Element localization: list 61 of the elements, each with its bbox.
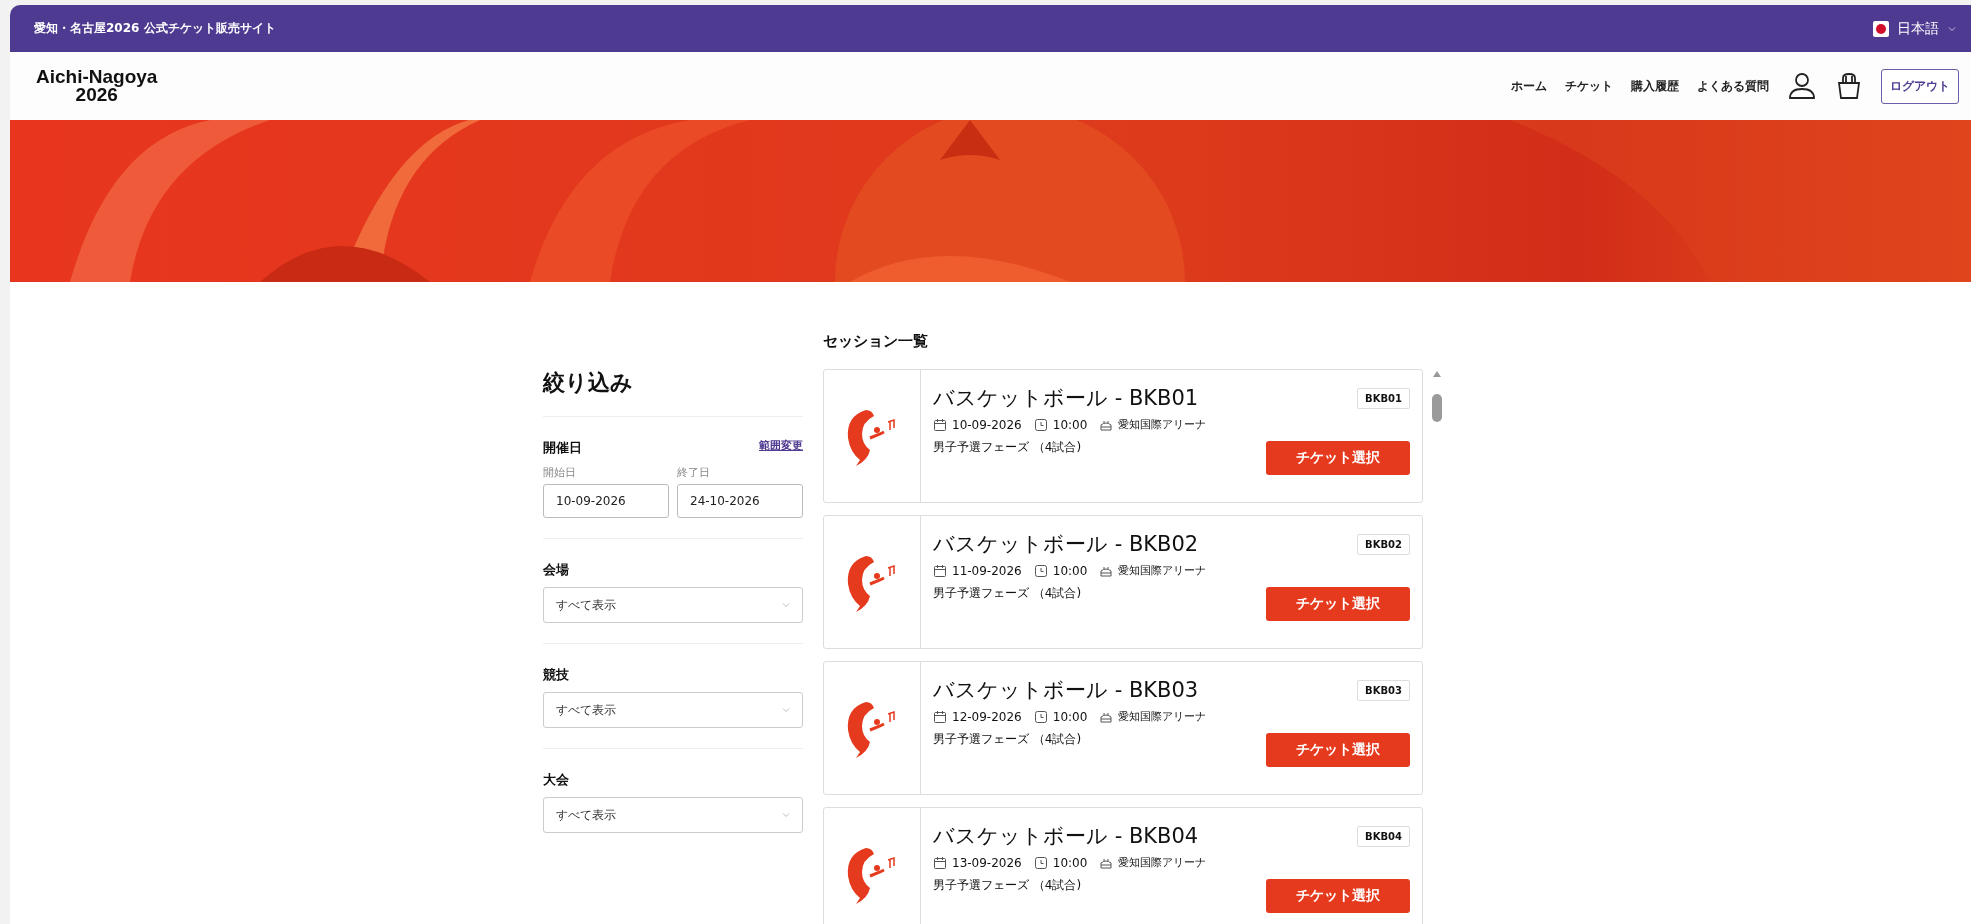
nav-link[interactable]: チケット — [1565, 77, 1613, 95]
session-code: BKB04 — [1357, 825, 1410, 847]
calendar-icon — [933, 855, 947, 870]
session-time: 10:00 — [1052, 709, 1088, 724]
session-name: バスケットボール - BKB01 — [933, 385, 1199, 412]
session-time: 10:00 — [1052, 417, 1088, 432]
session-time: 10:00 — [1052, 855, 1088, 870]
session-venue: 愛知国際アリーナ — [1118, 563, 1207, 578]
user-icon[interactable] — [1787, 71, 1817, 101]
session-name: バスケットボール - BKB04 — [933, 823, 1199, 850]
date-label: 開催日 — [543, 439, 582, 457]
flag-icon — [1873, 20, 1889, 37]
start-date-field[interactable]: 10-09-2026 — [543, 484, 669, 518]
dropdown[interactable]: すべて表示 — [543, 797, 803, 833]
session-date: 12-09-2026 — [952, 709, 1022, 724]
select-ticket-button[interactable]: チケット選択 — [1266, 441, 1410, 475]
session-venue: 愛知国際アリーナ — [1118, 417, 1207, 432]
clock-icon — [1033, 855, 1048, 870]
session-venue: 愛知国際アリーナ — [1118, 709, 1207, 724]
select-ticket-button[interactable]: チケット選択 — [1266, 587, 1410, 621]
session-name: バスケットボール - BKB02 — [933, 531, 1199, 558]
site-title: 愛知・名古屋2026 公式チケット販売サイト — [34, 20, 276, 37]
language-selector[interactable]: 日本語 — [1873, 19, 1957, 38]
filter-title: 絞り込み — [543, 369, 634, 397]
session-date: 10-09-2026 — [952, 417, 1022, 432]
session-date: 11-09-2026 — [952, 563, 1022, 578]
clock-icon — [1033, 563, 1048, 578]
session-venue: 愛知国際アリーナ — [1118, 855, 1207, 870]
end-date-label: 終了日 — [677, 465, 711, 480]
session-description: 男子予選フェーズ （4試合) — [933, 731, 1082, 748]
calendar-icon — [933, 417, 947, 432]
filter-label: 大会 — [543, 771, 570, 789]
clock-icon — [1033, 709, 1048, 724]
session-code: BKB03 — [1357, 679, 1410, 701]
shopping-bag-icon[interactable] — [1835, 71, 1863, 101]
nav-link[interactable]: 購入履歴 — [1631, 77, 1679, 95]
select-ticket-button[interactable]: チケット選択 — [1266, 879, 1410, 913]
session-description: 男子予選フェーズ （4試合) — [933, 877, 1082, 894]
sessions-title: セッション一覧 — [823, 332, 929, 351]
end-date-field[interactable]: 24-10-2026 — [677, 484, 803, 518]
clock-icon — [1033, 417, 1048, 432]
session-description: 男子予選フェーズ （4試合) — [933, 585, 1082, 602]
range-change-link[interactable]: 範囲変更 — [759, 437, 803, 453]
nav-link[interactable]: ホーム — [1511, 77, 1547, 95]
dropdown[interactable]: すべて表示 — [543, 587, 803, 623]
start-date-label: 開始日 — [543, 465, 577, 480]
dropdown[interactable]: すべて表示 — [543, 692, 803, 728]
nav-link[interactable]: よくある質問 — [1697, 77, 1769, 95]
logo[interactable]: Aichi-Nagoya 2026 — [36, 68, 158, 104]
session-code: BKB02 — [1357, 533, 1410, 555]
filter-label: 会場 — [543, 561, 570, 579]
session-date: 13-09-2026 — [952, 855, 1022, 870]
session-code: BKB01 — [1357, 387, 1410, 409]
session-name: バスケットボール - BKB03 — [933, 677, 1199, 704]
filter-label: 競技 — [543, 666, 570, 684]
session-time: 10:00 — [1052, 563, 1088, 578]
select-ticket-button[interactable]: チケット選択 — [1266, 733, 1410, 767]
calendar-icon — [933, 709, 947, 724]
calendar-icon — [933, 563, 947, 578]
session-description: 男子予選フェーズ （4試合) — [933, 439, 1082, 456]
logout-button[interactable]: ログアウト — [1881, 68, 1959, 104]
